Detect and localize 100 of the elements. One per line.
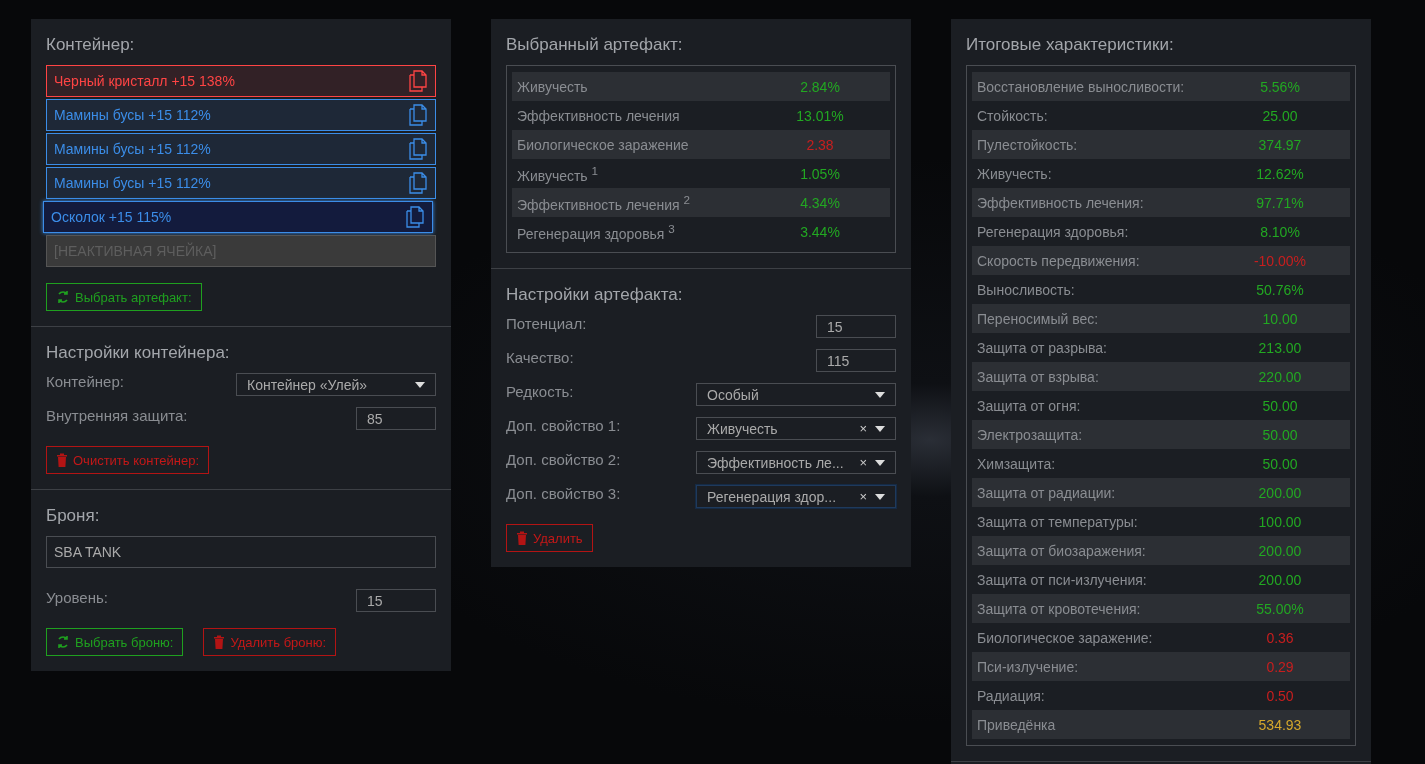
stat-value: 374.97 [1257, 136, 1303, 153]
artifact-slot[interactable]: Мамины бусы +15 112% [46, 99, 436, 131]
stat-name: Защита от взрыва: [977, 368, 1100, 385]
stat-value: 5.56% [1259, 78, 1301, 95]
stat-name: Живучесть: [977, 165, 1053, 182]
section-title: Контейнер: [46, 35, 136, 55]
number-field[interactable]: 85 [356, 407, 436, 430]
stat-value: 2.38 [805, 136, 835, 153]
section-title: Броня: [46, 506, 101, 526]
container-select[interactable]: Контейнер «Улей» [236, 373, 436, 396]
caret-icon [875, 493, 885, 500]
property-select[interactable]: Живучесть × [696, 417, 896, 440]
stat-value: 2.84% [799, 78, 841, 95]
section-title: Настройки контейнера: [46, 343, 231, 363]
stat-value: 534.93 [1257, 716, 1303, 733]
stat-value: 13.01% [795, 107, 845, 124]
stat-value: 1.05% [799, 165, 841, 182]
stat-value: 50.00 [1261, 455, 1299, 472]
stat-name: Живучесть [517, 78, 589, 95]
clear-icon[interactable]: × [859, 489, 867, 504]
stat-value: 12.62% [1255, 165, 1305, 182]
stat-value: 213.00 [1257, 339, 1303, 356]
stat-value: 200.00 [1257, 542, 1303, 559]
number-field[interactable]: 115 [816, 349, 896, 372]
field-label: Потенциал: [506, 315, 587, 332]
refresh-icon [56, 290, 70, 304]
artifact-slot[interactable]: Мамины бусы +15 112% [46, 133, 436, 165]
stat-name: Химзащита: [977, 455, 1057, 472]
stat-name: Биологическое заражение [517, 136, 690, 153]
artifact-slot[interactable]: Черный кристалл +15 138% [46, 65, 436, 97]
field-label: Уровень: [46, 589, 108, 606]
artifact-slot[interactable]: Осколок +15 115% [43, 201, 433, 233]
trash-icon [213, 635, 226, 649]
copy-icon[interactable] [408, 104, 428, 126]
field-label: Редкость: [506, 383, 574, 400]
stat-name: Защита от кровотечения: [977, 600, 1142, 617]
stat-name: Восстановление выносливости: [977, 78, 1186, 95]
trash-icon [56, 453, 68, 467]
stat-name: Эффективность лечения: [977, 194, 1145, 211]
number-field[interactable]: 15 [816, 315, 896, 338]
stat-value: 10.00 [1261, 310, 1299, 327]
level-field[interactable]: 15 [356, 589, 436, 612]
field-label: Качество: [506, 349, 574, 366]
field-label: Доп. свойство 1: [506, 417, 621, 434]
stat-value: 200.00 [1257, 571, 1303, 588]
caret-icon [875, 425, 885, 432]
copy-icon[interactable] [408, 138, 428, 160]
stat-value: 3.44% [799, 223, 841, 240]
stat-value: 220.00 [1257, 368, 1303, 385]
property-select[interactable]: Особый [696, 383, 896, 406]
caret-icon [875, 391, 885, 398]
section-title: Выбранный артефакт: [506, 35, 684, 55]
field-label: Доп. свойство 2: [506, 451, 621, 468]
section-title: Итоговые характеристики: [966, 35, 1175, 55]
stat-name: Эффективность лечения $^{2}$ [517, 192, 692, 213]
artifact-slot[interactable]: Мамины бусы +15 112% [46, 167, 436, 199]
pick-artifact-button[interactable]: Выбрать артефакт: [46, 283, 202, 311]
stat-name: Защита от разрыва: [977, 339, 1108, 356]
stat-name: Электрозащита: [977, 426, 1084, 443]
property-select[interactable]: Регенерация здор... × [696, 485, 896, 508]
slot-label: Мамины бусы +15 112% [54, 175, 211, 191]
section-title: Настройки артефакта: [506, 285, 684, 305]
stat-value: 50.00 [1261, 426, 1299, 443]
stat-name: Защита от пси-излучения: [977, 571, 1148, 588]
stat-value: 4.34% [799, 194, 841, 211]
stat-name: Биологическое заражение: [977, 629, 1154, 646]
caret-icon [415, 381, 425, 388]
stat-name: Защита от температуры: [977, 513, 1139, 530]
stat-name: Эффективность лечения [517, 107, 681, 124]
armor-name-field[interactable]: SBA TANK [46, 536, 436, 568]
stat-value: 100.00 [1257, 513, 1303, 530]
stat-value: 200.00 [1257, 484, 1303, 501]
caret-icon [875, 459, 885, 466]
stat-name: Переносимый вес: [977, 310, 1100, 327]
copy-icon[interactable] [408, 172, 428, 194]
stat-value: 25.00 [1261, 107, 1299, 124]
field-label: Внутренняя защита: [46, 407, 188, 424]
copy-icon[interactable] [405, 206, 425, 228]
slot-label: Мамины бусы +15 112% [54, 107, 211, 123]
slot-label: Осколок +15 115% [51, 209, 172, 225]
stat-name: Живучесть $^{1}$ [517, 163, 600, 184]
stat-value: 8.10% [1259, 223, 1301, 240]
stat-name: Пулестойкость: [977, 136, 1079, 153]
stat-name: Регенерация здоровья: [977, 223, 1130, 240]
stat-value: 0.36 [1265, 629, 1295, 646]
stat-name: Защита от радиации: [977, 484, 1117, 501]
stat-value: 50.76% [1255, 281, 1305, 298]
slot-label: Мамины бусы +15 112% [54, 141, 211, 157]
clear-icon[interactable]: × [859, 421, 867, 436]
stat-value: 50.00 [1261, 397, 1299, 414]
stat-name: Скорость передвижения: [977, 252, 1141, 269]
pick-armor-button[interactable]: Выбрать броню: [46, 628, 184, 656]
stat-name: Регенерация здоровья $^{3}$ [517, 221, 676, 242]
clear-icon[interactable]: × [859, 455, 867, 470]
refresh-icon [56, 635, 70, 649]
slot-label: Черный кристалл +15 138% [54, 73, 235, 89]
property-select[interactable]: Эффективность ле... × [696, 451, 896, 474]
copy-icon[interactable] [408, 70, 428, 92]
stat-name: Радиация: [977, 687, 1046, 704]
stat-name: Защита от огня: [977, 397, 1082, 414]
